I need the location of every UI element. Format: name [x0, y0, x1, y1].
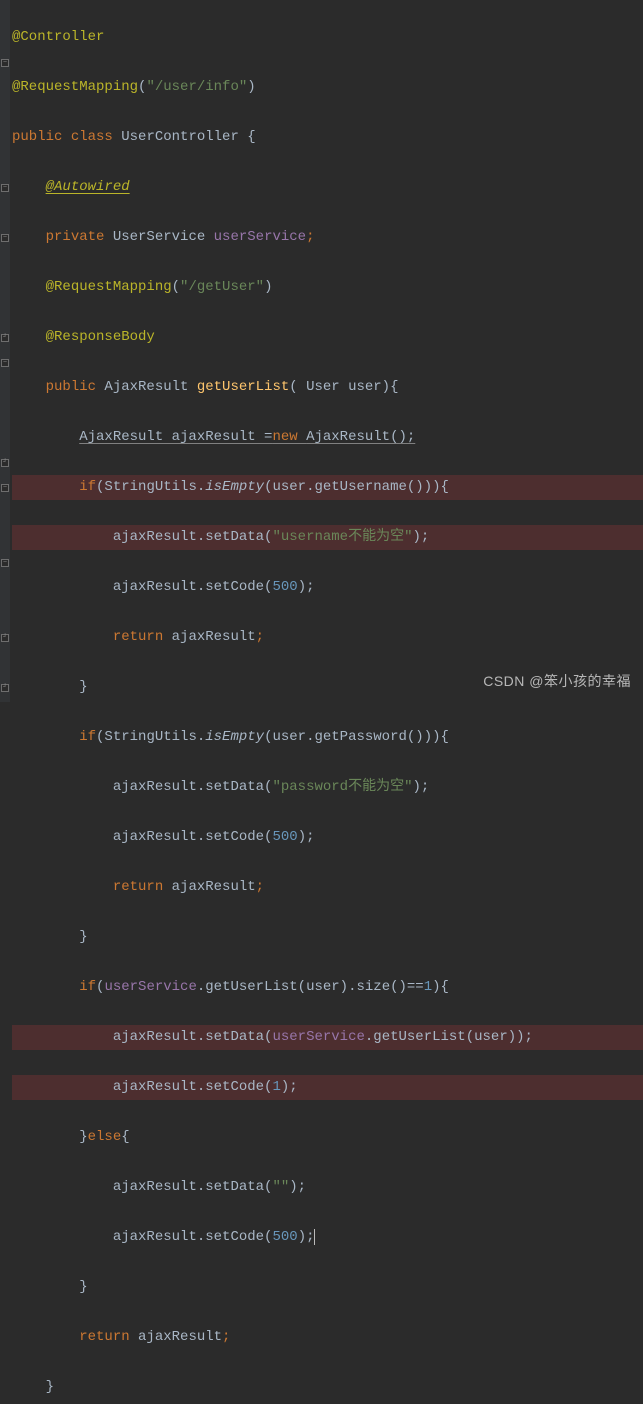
fold-icon[interactable]: − — [1, 234, 9, 242]
code-line: return ajaxResult; — [12, 1325, 643, 1350]
fold-icon[interactable]: ┘ — [1, 684, 9, 692]
code-line: if(StringUtils.isEmpty(user.getPassword(… — [12, 725, 643, 750]
code-line: }else{ — [12, 1125, 643, 1150]
code-area[interactable]: @Controller @RequestMapping("/user/info"… — [10, 0, 643, 702]
code-line: ajaxResult.setData(""); — [12, 1175, 643, 1200]
code-line: ajaxResult.setCode(500); — [12, 1225, 643, 1250]
code-line: ajaxResult.setData("username不能为空"); — [12, 525, 643, 550]
code-line: ajaxResult.setData("password不能为空"); — [12, 775, 643, 800]
code-line: ajaxResult.setCode(500); — [12, 825, 643, 850]
fold-icon[interactable]: − — [1, 559, 9, 567]
fold-icon[interactable]: − — [1, 484, 9, 492]
code-line: public AjaxResult getUserList( User user… — [12, 375, 643, 400]
fold-icon[interactable]: − — [1, 184, 9, 192]
code-line: ajaxResult.setData(userService.getUserLi… — [12, 1025, 643, 1050]
code-line: private UserService userService; — [12, 225, 643, 250]
code-line: if(StringUtils.isEmpty(user.getUsername(… — [12, 475, 643, 500]
fold-icon[interactable]: ┘ — [1, 334, 9, 342]
watermark: CSDN @笨小孩的幸福 — [483, 669, 631, 694]
code-line: ajaxResult.setCode(500); — [12, 575, 643, 600]
code-line: return ajaxResult; — [12, 875, 643, 900]
code-line: return ajaxResult; — [12, 625, 643, 650]
code-line: @Autowired — [12, 175, 643, 200]
code-line: } — [12, 1275, 643, 1300]
code-line: AjaxResult ajaxResult =new AjaxResult(); — [12, 425, 643, 450]
fold-icon[interactable]: − — [1, 59, 9, 67]
code-line: @RequestMapping("/getUser") — [12, 275, 643, 300]
code-editor[interactable]: − − − ┘ − ┘ − − ┘ ┘ @Controller @Request… — [0, 0, 643, 702]
code-line: if(userService.getUserList(user).size()=… — [12, 975, 643, 1000]
code-line: public class UserController { — [12, 125, 643, 150]
code-line: @Controller — [12, 25, 643, 50]
code-line: @ResponseBody — [12, 325, 643, 350]
code-line: ajaxResult.setCode(1); — [12, 1075, 643, 1100]
fold-icon[interactable]: ┘ — [1, 634, 9, 642]
fold-icon[interactable]: ┘ — [1, 459, 9, 467]
code-line: } — [12, 925, 643, 950]
code-line: @RequestMapping("/user/info") — [12, 75, 643, 100]
gutter: − − − ┘ − ┘ − − ┘ ┘ — [0, 0, 10, 702]
code-line: } — [12, 1375, 643, 1400]
fold-icon[interactable]: − — [1, 359, 9, 367]
